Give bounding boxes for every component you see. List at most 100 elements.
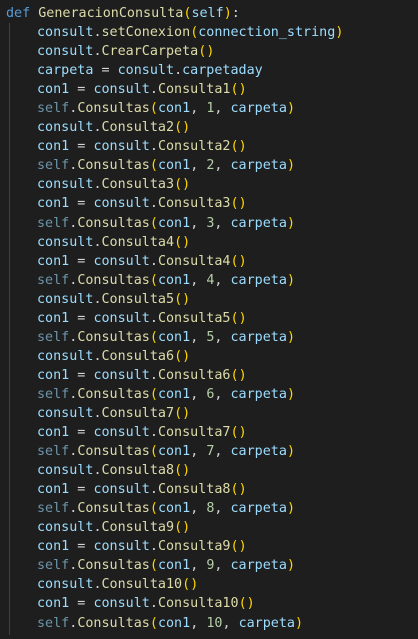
code-token-punct: . <box>149 539 158 555</box>
code-line[interactable]: con1 = consult.Consulta10() <box>6 594 343 613</box>
code-token-var: consult <box>93 82 150 98</box>
code-token-paren1: ( <box>149 615 158 631</box>
code-token-var: consult <box>37 234 94 250</box>
code-line[interactable]: con1 = consult.Consulta4() <box>6 252 343 271</box>
code-token-var: consult <box>93 310 150 326</box>
code-line[interactable]: consult.Consulta6() <box>6 347 343 366</box>
code-line[interactable]: self.Consultas(con1, 9, carpeta) <box>6 556 343 575</box>
code-token-punct: , <box>190 215 207 231</box>
code-token-var: con1 <box>157 272 191 288</box>
code-line[interactable]: self.Consultas(con1, 1, carpeta) <box>6 99 343 118</box>
code-line[interactable]: self.Consultas(con1, 2, carpeta) <box>6 156 343 175</box>
code-token-method: Consulta10 <box>101 577 183 593</box>
code-token-paren1: ( <box>149 101 158 117</box>
code-token-var: con1 <box>157 158 191 174</box>
code-line[interactable]: carpeta = consult.carpetaday <box>6 61 343 80</box>
code-token-method: Consultas <box>77 501 150 517</box>
code-line[interactable]: consult.Consulta5() <box>6 290 343 309</box>
code-line[interactable]: consult.Consulta9() <box>6 518 343 537</box>
code-token-punct: , <box>190 615 207 631</box>
code-token-punct: . <box>149 596 158 612</box>
code-line[interactable]: self.Consultas(con1, 5, carpeta) <box>6 328 343 347</box>
code-token-paren1: ) <box>238 425 247 441</box>
code-token-punct: . <box>149 82 158 98</box>
code-token-method: Consultas <box>77 444 150 460</box>
code-token-method: Consulta2 <box>157 139 231 155</box>
code-token-punct: , <box>190 558 207 574</box>
code-token-method: Consulta9 <box>157 539 231 555</box>
code-line[interactable]: consult.Consulta4() <box>6 233 343 252</box>
code-token-var: consult <box>93 425 150 441</box>
code-token-var: con1 <box>157 101 191 117</box>
code-token-paren1: ( <box>230 539 239 555</box>
code-token-selfdim: self <box>37 158 70 174</box>
code-line[interactable]: self.Consultas(con1, 8, carpeta) <box>6 499 343 518</box>
code-token-paren1: ( <box>230 253 239 269</box>
code-token-punct: , <box>214 501 231 517</box>
code-token-method: Consultas <box>77 101 150 117</box>
code-token-punct: . <box>149 425 158 441</box>
code-line[interactable]: consult.Consulta10() <box>6 575 343 594</box>
code-token-var: carpeta <box>230 386 287 402</box>
code-token-paren1: ) <box>286 501 295 517</box>
code-token-punct: . <box>174 63 183 79</box>
code-token-paren1: ( <box>174 520 183 536</box>
code-token-var: consult <box>37 120 94 136</box>
code-token-var: con1 <box>37 196 70 212</box>
code-line[interactable]: con1 = consult.Consulta6() <box>6 366 343 385</box>
code-token-paren1: ( <box>230 139 239 155</box>
code-block[interactable]: def GeneracionConsulta(self): consult.set… <box>6 4 343 633</box>
code-token-method: Consulta4 <box>157 253 231 269</box>
code-line[interactable]: def GeneracionConsulta(self): <box>6 4 343 23</box>
code-line[interactable]: consult.setConexion(connection_string) <box>6 23 343 42</box>
code-line[interactable]: self.Consultas(con1, 4, carpeta) <box>6 271 343 290</box>
code-token-var: con1 <box>157 444 191 460</box>
code-line[interactable]: self.Consultas(con1, 10, carpeta) <box>6 614 343 633</box>
code-line[interactable]: con1 = consult.Consulta8() <box>6 480 343 499</box>
code-token-method: Consulta5 <box>101 291 175 307</box>
code-token-method: Consultas <box>77 615 150 631</box>
code-token-paren1: ( <box>149 444 158 460</box>
code-line[interactable]: con1 = consult.Consulta9() <box>6 537 343 556</box>
code-token-punct: = <box>69 253 94 269</box>
code-token-paren1: ) <box>238 482 247 498</box>
code-line[interactable]: self.Consultas(con1, 3, carpeta) <box>6 214 343 233</box>
code-token-paren1: ( <box>182 577 191 593</box>
code-line[interactable]: consult.Consulta3() <box>6 175 343 194</box>
code-token-var: con1 <box>37 310 70 326</box>
code-token-var: con1 <box>37 139 70 155</box>
code-token-paren1: ) <box>286 558 295 574</box>
code-editor[interactable]: def GeneracionConsulta(self): consult.set… <box>0 0 418 639</box>
code-line[interactable]: con1 = consult.Consulta1() <box>6 80 343 99</box>
code-line[interactable]: con1 = consult.Consulta3() <box>6 194 343 213</box>
code-line[interactable]: consult.Consulta8() <box>6 461 343 480</box>
code-token-paren1: ( <box>149 329 158 345</box>
code-line[interactable]: consult.Consulta7() <box>6 404 343 423</box>
code-token-paren1: ) <box>335 25 344 41</box>
code-token-var: carpeta <box>230 101 287 117</box>
code-line[interactable]: self.Consultas(con1, 6, carpeta) <box>6 385 343 404</box>
code-token-paren1: ( <box>230 82 239 98</box>
code-token-punct: , <box>190 158 207 174</box>
code-token-punct: , <box>214 386 231 402</box>
code-line[interactable]: con1 = consult.Consulta5() <box>6 309 343 328</box>
code-line[interactable]: self.Consultas(con1, 7, carpeta) <box>6 442 343 461</box>
code-line[interactable]: consult.Consulta2() <box>6 118 343 137</box>
code-token-var: con1 <box>157 386 191 402</box>
code-token-var: consult <box>93 539 150 555</box>
code-token-method: Consulta6 <box>101 348 175 364</box>
code-token-punct: , <box>214 558 231 574</box>
code-line[interactable]: consult.CrearCarpeta() <box>6 42 343 61</box>
code-line[interactable]: con1 = consult.Consulta2() <box>6 137 343 156</box>
code-line[interactable]: con1 = consult.Consulta7() <box>6 423 343 442</box>
code-token-punct: . <box>93 348 102 364</box>
code-token-var: consult <box>37 25 94 41</box>
code-token-selfdim: self <box>37 386 70 402</box>
code-token-paren1: ) <box>286 101 295 117</box>
code-token-paren1: ( <box>230 425 239 441</box>
code-token-punct: . <box>93 25 102 41</box>
code-token-paren1: ( <box>174 177 183 193</box>
code-token-method: Consultas <box>77 272 150 288</box>
code-token-method: Consulta6 <box>157 367 231 383</box>
code-token-punct: = <box>69 196 94 212</box>
